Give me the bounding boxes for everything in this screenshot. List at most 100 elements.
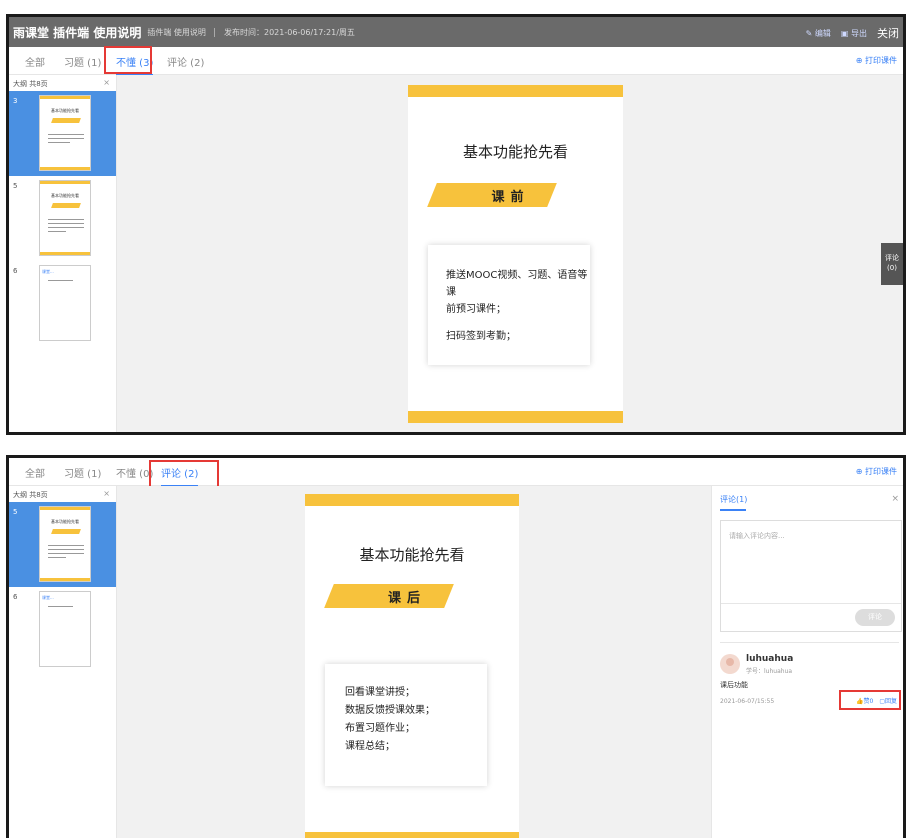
slide-content-card: 回看课堂讲授； 数据反馈授课效果； 布置习题作业； 课程总结；: [325, 664, 487, 786]
comment-toggle-tab[interactable]: 评论 (0): [881, 243, 903, 285]
card-line: 扫码签到考勤；: [446, 331, 516, 342]
comment-input-box[interactable]: 请输入评论内容... 评论: [720, 520, 902, 632]
card-line: 推送MOOC视频、习题、语音等课: [446, 270, 588, 298]
tab-confused[interactable]: 不懂 (0): [116, 465, 153, 480]
meta-divider: [214, 27, 216, 37]
print-label: 打印课件: [865, 56, 897, 65]
print-courseware-link[interactable]: ⊕ 打印课件: [856, 55, 897, 66]
card-line: 课程总结；: [345, 741, 395, 752]
tab-bar: 全部 习题 (1) 不懂 (3) 评论 (2) ⊕ 打印课件: [9, 46, 903, 76]
thumb-bar: [40, 167, 90, 170]
comment-user-id: 学号：luhuahua: [746, 668, 793, 675]
thumb-banner: [51, 118, 81, 123]
slide-content-card: 推送MOOC视频、习题、语音等课 前预习课件； 扫码签到考勤；: [428, 245, 590, 365]
divider: [720, 642, 899, 643]
tab-all[interactable]: 全部: [25, 54, 45, 69]
card-line: 前预习课件；: [446, 304, 506, 315]
slide-canvas: 基本功能抢先看 课前 推送MOOC视频、习题、语音等课 前预习课件； 扫码签到考…: [408, 85, 623, 423]
outline-sidebar: 大纲 共8页 × 5 基本功能抢先看 6 课堂...: [9, 486, 117, 838]
export-label: 导出: [851, 28, 867, 38]
header-actions: ✎ 编辑 ▣ 导出 关闭: [806, 25, 899, 41]
thumb-title: 基本功能抢先看: [51, 193, 79, 198]
submit-comment-button[interactable]: 评论: [855, 609, 895, 626]
slide-bottom-bar: [305, 832, 519, 838]
edit-label: 编辑: [814, 28, 831, 38]
thumb-lines: [48, 280, 84, 284]
page-number: 5: [13, 508, 18, 516]
thumb-banner: [51, 203, 81, 208]
slide-canvas: 基本功能抢先看 课后 回看课堂讲授； 数据反馈授课效果； 布置习题作业； 课程总…: [305, 494, 519, 838]
comment-username: luhuahua: [746, 654, 794, 664]
comment-tab-label: 评论: [885, 254, 899, 262]
outline-item[interactable]: 6 课堂...: [9, 261, 116, 346]
comment-panel-title[interactable]: 评论(1): [720, 494, 747, 511]
thumb-lines: [48, 219, 84, 235]
close-button[interactable]: 关闭: [877, 25, 899, 41]
title-bar: 雨课堂 插件端 使用说明 插件端 使用说明 发布时间：2021-06-06/17…: [9, 17, 903, 47]
screenshot-panel-top: 雨课堂 插件端 使用说明 插件端 使用说明 发布时间：2021-06-06/17…: [6, 14, 906, 435]
outline-item[interactable]: 6 课堂...: [9, 587, 116, 672]
tab-comments[interactable]: 评论 (2): [167, 54, 204, 69]
slide-title: 基本功能抢先看: [462, 143, 568, 161]
slide-thumbnail: 基本功能抢先看: [39, 95, 91, 171]
outline-title: 大纲 共8页: [13, 491, 48, 499]
slide-banner-text: 课后: [387, 591, 426, 606]
slide-top-bar: [408, 85, 623, 97]
thumb-title: 基本功能抢先看: [51, 108, 79, 113]
highlight-box: [104, 46, 152, 74]
page-number: 6: [13, 267, 18, 275]
outline-item[interactable]: 5 基本功能抢先看: [9, 502, 116, 587]
thumb-title: 基本功能抢先看: [51, 519, 79, 524]
avatar: [720, 654, 740, 674]
thumb-bar: [40, 578, 90, 581]
slide-thumbnail: 基本功能抢先看: [39, 180, 91, 256]
highlight-box: [839, 690, 901, 710]
tab-exercises[interactable]: 习题 (1): [64, 465, 101, 480]
comment-text: 课后功能: [720, 681, 748, 689]
slide-bottom-bar: [408, 411, 623, 423]
slide-thumbnail: 课堂...: [39, 591, 91, 667]
thumb-header: 课堂...: [42, 269, 54, 274]
outline-item[interactable]: 3 基本功能抢先看: [9, 91, 116, 176]
tab-exercises[interactable]: 习题 (1): [64, 54, 101, 69]
thumb-lines: [48, 134, 84, 146]
page-number: 5: [13, 182, 18, 190]
outline-item[interactable]: 5 基本功能抢先看: [9, 176, 116, 261]
close-icon[interactable]: ×: [103, 78, 110, 87]
tab-all[interactable]: 全部: [25, 465, 45, 480]
print-courseware-link[interactable]: ⊕ 打印课件: [856, 466, 897, 477]
page-number: 6: [13, 593, 18, 601]
slide-viewer: 基本功能抢先看 课后 回看课堂讲授； 数据反馈授课效果； 布置习题作业； 课程总…: [117, 486, 711, 838]
thumb-bar: [40, 252, 90, 255]
slide-top-bar: [305, 494, 519, 506]
tab-bar: 全部 习题 (1) 不懂 (0) 评论 (2) ⊕ 打印课件: [9, 458, 903, 492]
slide-title: 基本功能抢先看: [359, 546, 465, 564]
card-line: 回看课堂讲授；: [345, 687, 415, 698]
comment-input-placeholder[interactable]: 请输入评论内容...: [729, 531, 785, 541]
comment-item: luhuahua 学号：luhuahua 课后功能 2021-06-07/15:…: [720, 652, 901, 732]
thumb-bar: [40, 507, 90, 510]
print-label: 打印课件: [865, 467, 897, 476]
header-meta: 插件端 使用说明 发布时间：2021-06-06/17:21/周五: [147, 27, 355, 38]
close-icon[interactable]: ×: [103, 489, 110, 498]
page-number: 3: [13, 97, 18, 105]
slide-banner-text: 课前: [491, 190, 530, 205]
edit-button[interactable]: ✎ 编辑: [806, 28, 831, 39]
export-button[interactable]: ▣ 导出: [841, 28, 867, 39]
comment-time: 2021-06-07/15:55: [720, 698, 775, 705]
slide-viewer: 基本功能抢先看 课前 推送MOOC视频、习题、语音等课 前预习课件； 扫码签到考…: [117, 75, 903, 432]
meta-time: 发布时间：2021-06-06/17:21/周五: [224, 27, 355, 37]
thumb-banner: [51, 529, 81, 534]
outline-header: 大纲 共8页 ×: [9, 486, 116, 502]
close-icon[interactable]: ×: [891, 494, 899, 504]
thumb-header: 课堂...: [42, 595, 54, 600]
outline-header: 大纲 共8页 ×: [9, 75, 116, 91]
thumb-lines: [48, 606, 84, 610]
thumb-lines: [48, 545, 84, 561]
meta-plugin: 插件端 使用说明: [147, 27, 206, 37]
comment-tab-count: (0): [887, 264, 897, 272]
slide-thumbnail: 基本功能抢先看: [39, 506, 91, 582]
outline-title: 大纲 共8页: [13, 80, 48, 88]
comment-panel: 评论(1) × 请输入评论内容... 评论 luhuahua 学号：luhuah…: [711, 486, 903, 838]
card-line: 布置习题作业；: [345, 723, 415, 734]
